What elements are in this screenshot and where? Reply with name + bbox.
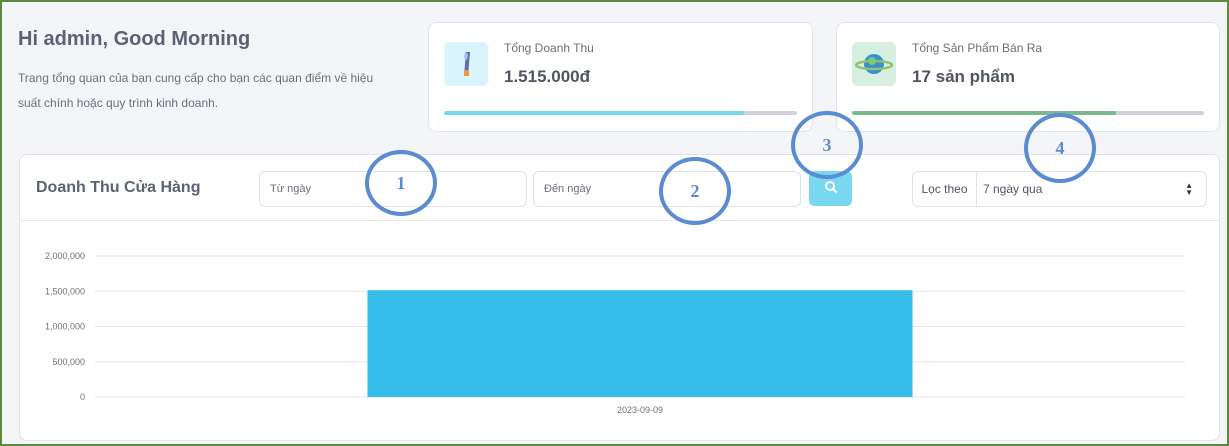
app-frame: Hi admin, Good Morning Trang tổng quan c…: [0, 0, 1229, 446]
revenue-panel: Doanh Thu Cửa Hàng Lọc theo 7 ngày qua ▲…: [19, 154, 1220, 441]
revenue-icon: [444, 42, 488, 86]
revenue-value: 1.515.000đ: [504, 67, 591, 86]
revenue-card: Tổng Doanh Thu 1.515.000đ: [428, 22, 813, 132]
products-value: 17 sản phẩm: [912, 67, 1015, 86]
search-icon: [824, 181, 837, 194]
products-card: Tổng Sản Phẩm Bán Ra 17 sản phẩm: [836, 22, 1220, 132]
greeting-description: Trang tổng quan của bạn cung cấp cho bạn…: [18, 71, 374, 110]
revenue-progress-fill: [444, 111, 745, 115]
planet-icon: [852, 42, 896, 86]
annotation-marker-1: 1: [365, 150, 437, 216]
y-tick-label: 1,500,000: [45, 286, 85, 296]
select-caret-icon: ▲ ▼: [1185, 181, 1193, 197]
panel-title: Doanh Thu Cửa Hàng: [36, 179, 201, 196]
products-label: Tổng Sản Phẩm Bán Ra: [912, 41, 1043, 55]
filter-select[interactable]: 7 ngày qua ▲ ▼: [983, 172, 1203, 206]
y-tick-label: 0: [80, 392, 85, 402]
revenue-progress: [444, 111, 797, 115]
filter-label: Lọc theo: [913, 172, 977, 206]
greeting-title: Hi admin, Good Morning: [18, 28, 251, 50]
revenue-chart: 0 500,000 1,000,000 1,500,000 2,000,000 2023-…: [45, 251, 1185, 415]
annotation-marker-3: 3: [791, 111, 863, 179]
revenue-label: Tổng Doanh Thu: [504, 41, 594, 55]
y-tick-label: 1,000,000: [45, 322, 85, 332]
annotation-marker-4: 4: [1024, 113, 1096, 183]
annotation-marker-2: 2: [659, 157, 731, 225]
chart-bar[interactable]: [367, 290, 913, 397]
products-progress: [852, 111, 1204, 115]
products-progress-fill: [852, 111, 1116, 115]
y-tick-label: 500,000: [52, 357, 85, 367]
filter-select-value: 7 ngày qua: [983, 182, 1043, 196]
x-tick-label: 2023-09-09: [617, 405, 663, 415]
y-tick-label: 2,000,000: [45, 251, 85, 261]
